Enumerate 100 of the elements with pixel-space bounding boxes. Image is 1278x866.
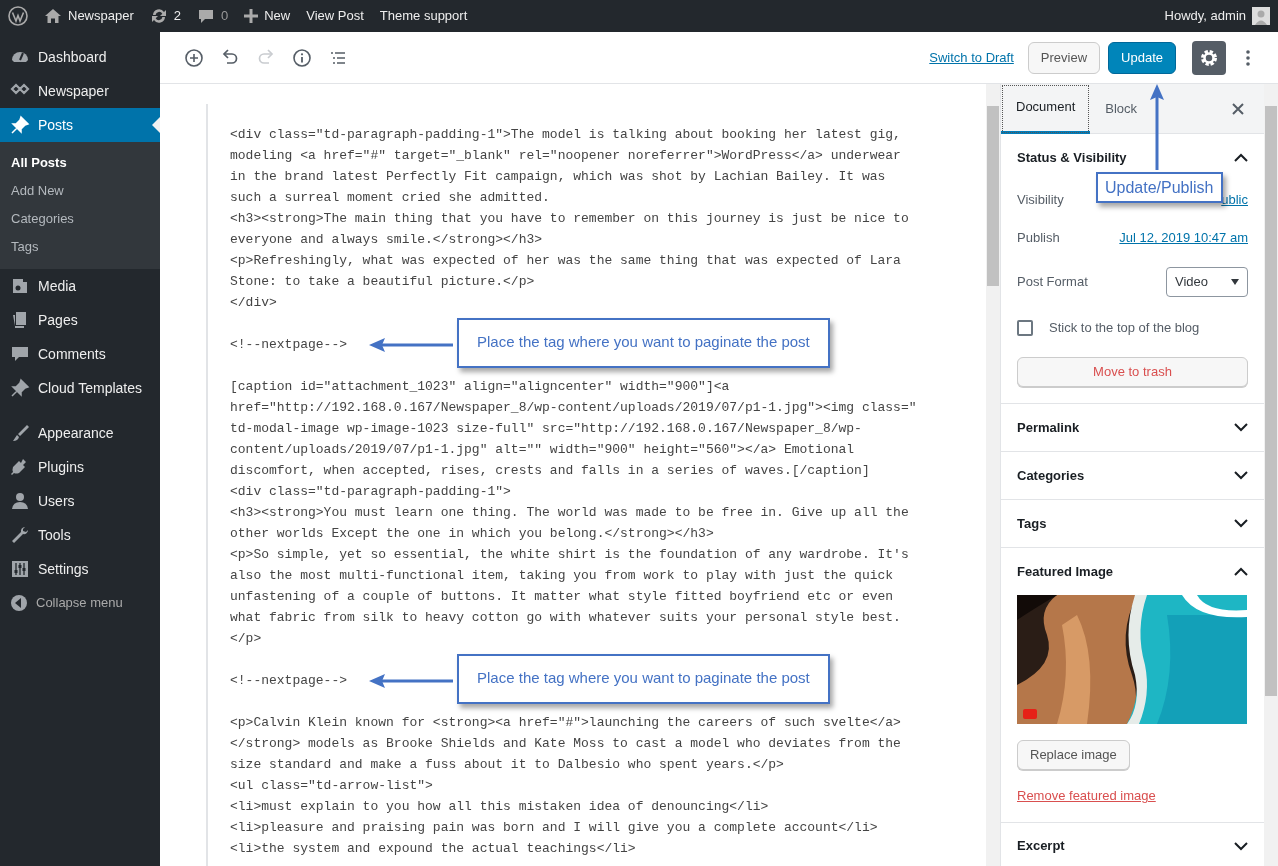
panel-title: Tags: [1017, 514, 1047, 533]
code-line: td-modal-image wp-image-1023 size-full" src="http://192.168.0.167/Newspaper_8/wp-: [230, 420, 862, 439]
post-format-select[interactable]: Video: [1166, 267, 1248, 298]
annotation-tooltip: Update/Publish: [1096, 172, 1223, 203]
collapse-menu-button[interactable]: Collapse menu: [0, 586, 160, 620]
code-line: <!--nextpage-->: [230, 672, 348, 691]
code-line: <ul class="td-arrow-list">: [230, 777, 433, 796]
annotation-label: Place the tag where you want to paginate the post: [457, 653, 830, 704]
panel-header[interactable]: Tags: [1001, 500, 1264, 548]
comment-icon: [10, 344, 30, 364]
panel-header[interactable]: Excerpt: [1001, 822, 1264, 866]
wordpress-logo-icon[interactable]: [8, 6, 28, 26]
code-line: </strong> models as Brooke Shields and Kate Moss to cast a model who deviates from the: [230, 735, 901, 754]
code-line: everyone and always smile.</strong></h3>: [230, 231, 543, 250]
menu-item[interactable]: Users: [0, 484, 160, 518]
menu-item[interactable]: Tools: [0, 518, 160, 552]
code-line: [caption id="attachment_1023" align="aligncenter" width="900"]<a: [230, 378, 730, 397]
menu-item[interactable]: Posts: [0, 108, 160, 142]
add-block-icon: [184, 47, 204, 68]
greeting-link[interactable]: Howdy, admin: [1164, 6, 1246, 26]
switch-to-draft-link[interactable]: Switch to Draft: [929, 47, 1014, 68]
field-label: Publish: [1017, 229, 1060, 248]
code-line: size standard and make a fuss about it to Dalbesio who spent years.</p>: [230, 756, 784, 775]
code-line: <div class="td-paragraph-padding-1">The model is talking about booking her latest gig,: [230, 126, 901, 145]
sliders-icon: [10, 559, 30, 579]
user-icon: [10, 491, 30, 511]
remove-image-link[interactable]: Remove featured image: [1017, 786, 1156, 806]
submenu-item[interactable]: Categories: [0, 205, 160, 233]
home-icon[interactable]: [44, 7, 62, 25]
panel-header[interactable]: Featured Image: [1001, 548, 1264, 596]
admin-bar-link[interactable]: Theme support: [379, 6, 468, 26]
panel-title: Featured Image: [1017, 562, 1114, 581]
checkbox-label: Stick to the top of the blog: [1049, 319, 1200, 338]
code-line: <p>So simple, yet so essential, the white shirt is the foundation of any wardrobe. It's: [230, 546, 909, 565]
admin-bar-link[interactable]: View Post: [306, 6, 364, 26]
code-line: <li>must explain to you how all this mistaken idea of denouncing</li>: [230, 798, 769, 817]
chevron-up-icon: [1234, 153, 1248, 163]
plus-icon[interactable]: [244, 9, 259, 23]
chevron-down-icon: [1234, 471, 1248, 481]
submenu-item[interactable]: Tags: [0, 233, 160, 261]
panel-tab[interactable]: Block: [1090, 83, 1153, 134]
comment-icon[interactable]: [197, 7, 215, 25]
scrollbar-track[interactable]: [1264, 84, 1278, 866]
submenu-item[interactable]: All Posts: [0, 149, 160, 177]
panel-header[interactable]: Permalink: [1001, 404, 1264, 452]
refresh-icon[interactable]: [149, 7, 168, 25]
code-line: <p>Refreshingly, what was expected of her was the same thing that was expected of Lara: [230, 252, 901, 271]
code-line: </p>: [230, 630, 262, 649]
field-label: Visibility: [1017, 191, 1064, 210]
preview-button[interactable]: Preview: [1027, 41, 1101, 74]
kebab-icon: [1246, 48, 1250, 67]
publish-date-link[interactable]: Jul 12, 2019 10:47 am: [1119, 228, 1248, 248]
panel-title: Excerpt: [1017, 837, 1065, 856]
chevron-down-icon: [1234, 423, 1248, 433]
code-line: <h3><strong>You must learn one thing. The world was made to be free in. Give up all the: [230, 504, 909, 523]
site-link[interactable]: Newspaper: [68, 6, 134, 26]
menu-item[interactable]: Media: [0, 269, 160, 303]
code-line: <!--nextpage-->: [230, 336, 348, 355]
menu-item[interactable]: Dashboard: [0, 40, 160, 74]
update-button[interactable]: Update: [1108, 41, 1176, 74]
scrollbar-track[interactable]: [986, 84, 1000, 866]
checkbox[interactable]: [1017, 320, 1033, 337]
code-line: unfastening of a couple of buttons. It matter what style fitted boyfriend etc or even: [230, 588, 894, 607]
move-to-trash-button[interactable]: Move to trash: [1017, 357, 1248, 388]
field-label: Post Format: [1017, 273, 1088, 292]
panel-title: Status & Visibility: [1017, 148, 1127, 167]
menu-item[interactable]: Comments: [0, 337, 160, 371]
pin-icon: [10, 378, 30, 398]
panel-title: Permalink: [1017, 418, 1080, 437]
panel-header[interactable]: Categories: [1001, 452, 1264, 500]
pin-icon: [10, 115, 30, 135]
collapse-icon: [10, 594, 28, 612]
menu-item[interactable]: Settings: [0, 552, 160, 586]
menu-item[interactable]: Cloud Templates: [0, 371, 160, 405]
annotation-label: Place the tag where you want to paginate the post: [457, 317, 830, 368]
code-line: discomfort, when accepted, rises, crests and falls in a series of waves.[/caption]: [230, 462, 870, 481]
new-link[interactable]: New: [264, 6, 291, 26]
replace-image-button[interactable]: Replace image: [1017, 740, 1130, 771]
dropdown-icon: [1231, 279, 1239, 286]
scrollbar-thumb[interactable]: [1265, 106, 1277, 697]
panel-tab[interactable]: Document: [1001, 83, 1091, 134]
brush-icon: [10, 423, 30, 443]
code-line: in the brand latest Perfectly Fit campaign, which was shot by Lachian Bailey. It was: [230, 168, 886, 187]
chevron-down-icon: [1234, 841, 1248, 851]
menu-item[interactable]: Newspaper: [0, 74, 160, 108]
updates-count[interactable]: 2: [173, 6, 181, 26]
code-line: content/uploads/2019/07/p1-1.jpg" alt="" width="900" height="560"></a> Emotional: [230, 441, 855, 460]
code-line: <h3><strong>The main thing that you have to remember on this journey is just be nice to: [230, 210, 909, 229]
menu-item[interactable]: Plugins: [0, 450, 160, 484]
code-line: Stone: to take a beautiful picture.</p>: [230, 273, 535, 292]
code-line: </div>: [230, 294, 277, 313]
menu-item[interactable]: Appearance: [0, 416, 160, 450]
settings-button[interactable]: [1192, 40, 1226, 75]
code-line: such a surreal moment cried she admitted.: [230, 189, 550, 208]
code-line: modeling <a href="#" target="_blank" rel="noopener noreferrer">WordPress</a> underwear: [230, 147, 901, 166]
scrollbar-thumb[interactable]: [987, 106, 999, 287]
submenu-item[interactable]: Add New: [0, 177, 160, 205]
code-line: <div class="td-paragraph-padding-1">: [230, 483, 511, 502]
menu-item[interactable]: Pages: [0, 303, 160, 337]
comments-count[interactable]: 0: [221, 6, 229, 26]
